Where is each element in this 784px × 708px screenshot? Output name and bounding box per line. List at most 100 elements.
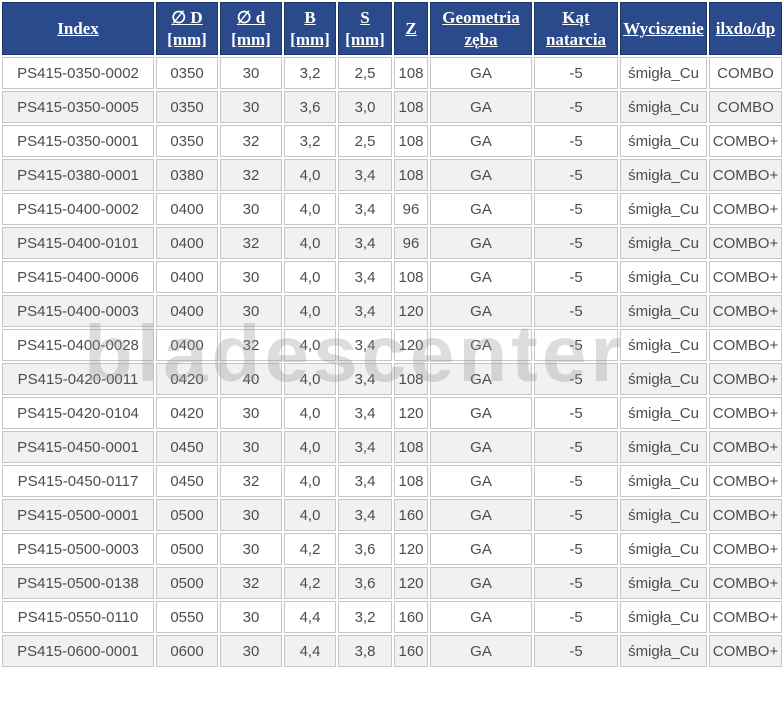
cell-wyciszenie: śmigła_Cu xyxy=(620,227,707,259)
cell-diameter-D-mm: 0450 xyxy=(156,465,218,497)
cell-ilxdo-dp: COMBO+ xyxy=(709,465,782,497)
cell-diameter-d-mm: 32 xyxy=(220,125,282,157)
cell-B-mm: 4,2 xyxy=(284,533,336,565)
cell-S-mm: 3,4 xyxy=(338,295,392,327)
cell-wyciszenie: śmigła_Cu xyxy=(620,635,707,667)
cell-kat-natarcia: -5 xyxy=(534,533,618,565)
column-header-wyciszenie[interactable]: Wyciszenie xyxy=(620,2,707,55)
cell-kat-natarcia: -5 xyxy=(534,431,618,463)
column-header-label: Kąt xyxy=(562,8,590,28)
cell-B-mm: 4,0 xyxy=(284,465,336,497)
cell-B-mm: 4,0 xyxy=(284,431,336,463)
cell-Z: 108 xyxy=(394,465,428,497)
column-header-Z[interactable]: Z xyxy=(394,2,428,55)
table-row: PS415-0350-0001 0350 32 3,2 2,5 108 GA -5 śmigła… xyxy=(2,125,782,157)
cell-kat-natarcia: -5 xyxy=(534,227,618,259)
cell-wyciszenie: śmigła_Cu xyxy=(620,159,707,191)
cell-B-mm: 4,4 xyxy=(284,601,336,633)
column-header-label: Wyciszenie xyxy=(623,18,704,38)
cell-kat-natarcia: -5 xyxy=(534,193,618,225)
cell-kat-natarcia: -5 xyxy=(534,261,618,293)
cell-Z: 108 xyxy=(394,261,428,293)
column-header-label: Geometria xyxy=(442,8,520,28)
cell-Z: 96 xyxy=(394,227,428,259)
cell-wyciszenie: śmigła_Cu xyxy=(620,431,707,463)
table-row: PS415-0420-0104 0420 30 4,0 3,4 120 GA -5 śmigła… xyxy=(2,397,782,429)
cell-index: PS415-0500-0138 xyxy=(2,567,154,599)
column-header-kat-natarcia[interactable]: Kąt natarcia xyxy=(534,2,618,55)
table-row: PS415-0500-0001 0500 30 4,0 3,4 160 GA -5 śmigła… xyxy=(2,499,782,531)
cell-S-mm: 3,4 xyxy=(338,397,392,429)
cell-diameter-D-mm: 0500 xyxy=(156,567,218,599)
cell-diameter-D-mm: 0550 xyxy=(156,601,218,633)
column-header-B-mm[interactable]: B [mm] xyxy=(284,2,336,55)
cell-geometria-zeba: GA xyxy=(430,261,532,293)
table-row: PS415-0400-0003 0400 30 4,0 3,4 120 GA -5 śmigła… xyxy=(2,295,782,327)
table-row: PS415-0400-0002 0400 30 4,0 3,4 96 GA -5 śmigła_… xyxy=(2,193,782,225)
cell-Z: 120 xyxy=(394,533,428,565)
cell-S-mm: 3,4 xyxy=(338,465,392,497)
cell-index: PS415-0550-0110 xyxy=(2,601,154,633)
cell-index: PS415-0400-0006 xyxy=(2,261,154,293)
cell-S-mm: 2,5 xyxy=(338,125,392,157)
cell-geometria-zeba: GA xyxy=(430,363,532,395)
cell-index: PS415-0400-0101 xyxy=(2,227,154,259)
column-header-index[interactable]: Index xyxy=(2,2,154,55)
cell-diameter-d-mm: 30 xyxy=(220,499,282,531)
column-header-label: [mm] xyxy=(231,29,271,49)
cell-kat-natarcia: -5 xyxy=(534,567,618,599)
column-header-diameter-D-mm[interactable]: ∅ D [mm] xyxy=(156,2,218,55)
cell-diameter-d-mm: 32 xyxy=(220,159,282,191)
cell-diameter-D-mm: 0600 xyxy=(156,635,218,667)
table-row: PS415-0550-0110 0550 30 4,4 3,2 160 GA -5 śmigła… xyxy=(2,601,782,633)
cell-index: PS415-0500-0003 xyxy=(2,533,154,565)
table-row: PS415-0350-0002 0350 30 3,2 2,5 108 GA -5 śmigła… xyxy=(2,57,782,89)
cell-wyciszenie: śmigła_Cu xyxy=(620,329,707,361)
cell-kat-natarcia: -5 xyxy=(534,601,618,633)
cell-wyciszenie: śmigła_Cu xyxy=(620,261,707,293)
column-header-label: ∅ d xyxy=(236,8,266,28)
cell-B-mm: 3,2 xyxy=(284,57,336,89)
cell-Z: 108 xyxy=(394,363,428,395)
cell-diameter-D-mm: 0500 xyxy=(156,533,218,565)
cell-B-mm: 4,0 xyxy=(284,193,336,225)
cell-diameter-D-mm: 0400 xyxy=(156,193,218,225)
column-header-label: ilxdo/dp xyxy=(715,18,776,38)
cell-B-mm: 4,0 xyxy=(284,499,336,531)
column-header-diameter-d-mm[interactable]: ∅ d [mm] xyxy=(220,2,282,55)
cell-B-mm: 3,6 xyxy=(284,91,336,123)
cell-S-mm: 3,0 xyxy=(338,91,392,123)
cell-Z: 120 xyxy=(394,567,428,599)
cell-diameter-D-mm: 0400 xyxy=(156,295,218,327)
cell-kat-natarcia: -5 xyxy=(534,363,618,395)
cell-B-mm: 4,0 xyxy=(284,295,336,327)
column-header-label: Z xyxy=(405,18,417,38)
cell-ilxdo-dp: COMBO+ xyxy=(709,125,782,157)
cell-geometria-zeba: GA xyxy=(430,193,532,225)
cell-ilxdo-dp: COMBO xyxy=(709,91,782,123)
cell-wyciszenie: śmigła_Cu xyxy=(620,533,707,565)
cell-index: PS415-0400-0002 xyxy=(2,193,154,225)
cell-diameter-d-mm: 32 xyxy=(220,227,282,259)
cell-ilxdo-dp: COMBO+ xyxy=(709,159,782,191)
cell-geometria-zeba: GA xyxy=(430,227,532,259)
column-header-geometria-zeba[interactable]: Geometria zęba xyxy=(430,2,532,55)
cell-geometria-zeba: GA xyxy=(430,601,532,633)
cell-geometria-zeba: GA xyxy=(430,635,532,667)
column-header-ilxdo-dp[interactable]: ilxdo/dp xyxy=(709,2,782,55)
cell-index: PS415-0400-0003 xyxy=(2,295,154,327)
cell-S-mm: 3,4 xyxy=(338,159,392,191)
cell-geometria-zeba: GA xyxy=(430,57,532,89)
cell-B-mm: 4,0 xyxy=(284,261,336,293)
cell-kat-natarcia: -5 xyxy=(534,329,618,361)
cell-B-mm: 4,0 xyxy=(284,227,336,259)
column-header-S-mm[interactable]: S [mm] xyxy=(338,2,392,55)
cell-geometria-zeba: GA xyxy=(430,567,532,599)
cell-diameter-D-mm: 0350 xyxy=(156,125,218,157)
column-header-label: S xyxy=(360,8,370,28)
cell-diameter-D-mm: 0420 xyxy=(156,363,218,395)
cell-Z: 108 xyxy=(394,431,428,463)
table-body: PS415-0350-0002 0350 30 3,2 2,5 108 GA -5 śmigła… xyxy=(2,57,782,667)
cell-S-mm: 3,4 xyxy=(338,499,392,531)
cell-B-mm: 4,0 xyxy=(284,363,336,395)
